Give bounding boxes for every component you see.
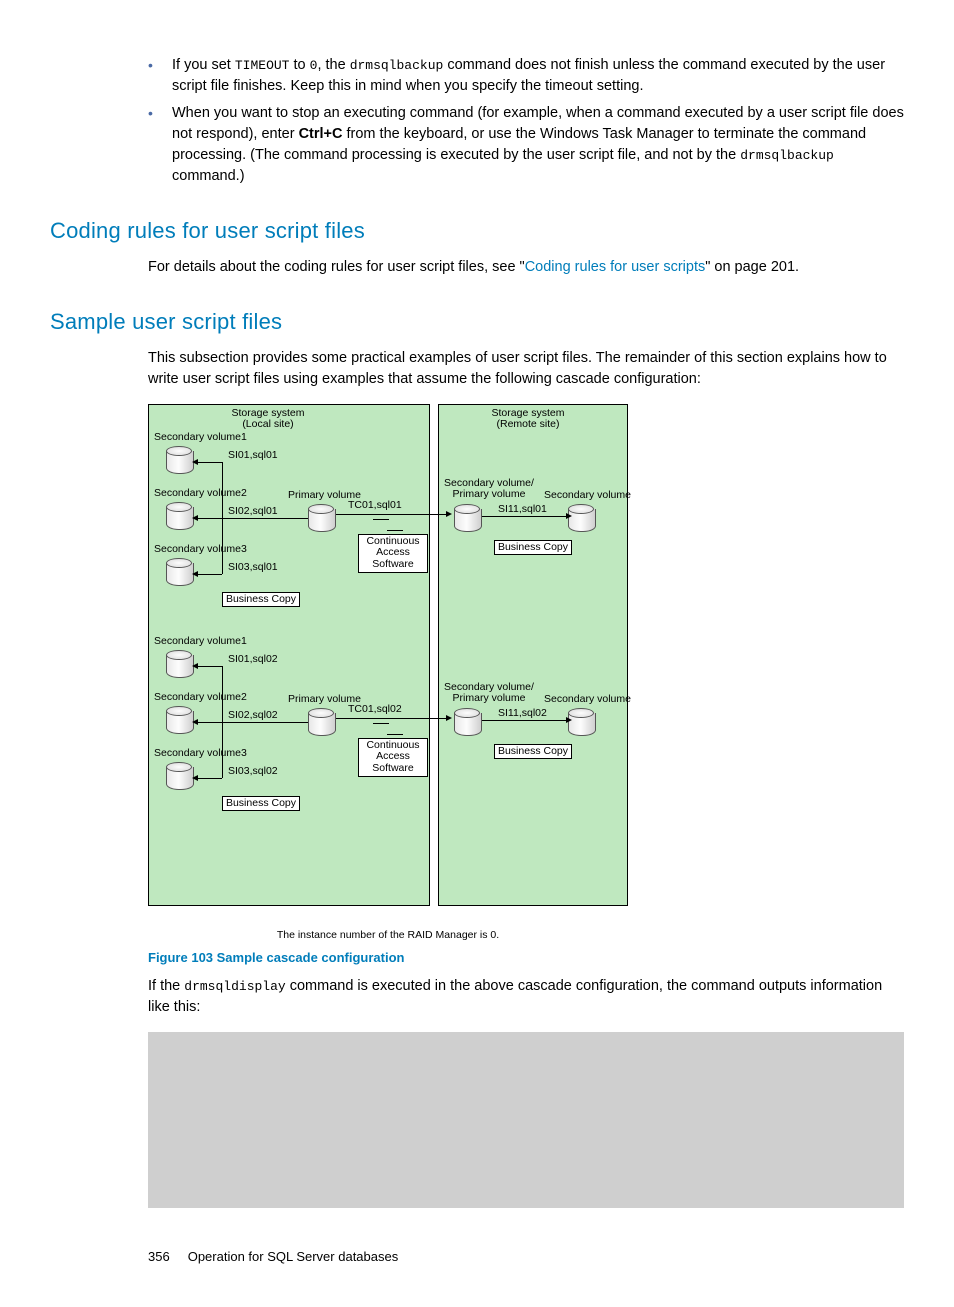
cylinder-icon xyxy=(166,558,192,588)
box-business-copy-local-1: Business Copy xyxy=(222,592,300,608)
label-storage-local: Storage system (Local site) xyxy=(218,408,318,431)
label-svpv: Secondary volume/ Primary volume xyxy=(444,478,534,501)
label-si01-1: SI01,sql01 xyxy=(228,450,278,462)
bullet-list: If you set TIMEOUT to 0, the drmsqlbacku… xyxy=(50,55,904,187)
text: to xyxy=(289,57,309,73)
label-si01-2: SI01,sql02 xyxy=(228,654,278,666)
figure-103: Storage system (Local site) Storage syst… xyxy=(148,404,904,943)
text: , the xyxy=(317,57,349,73)
code-drmsqlbackup: drmsqlbackup xyxy=(740,148,834,163)
box-business-copy-remote-2: Business Copy xyxy=(494,744,572,760)
label-sv3-b: Secondary volume3 xyxy=(154,748,247,760)
text: For details about the coding rules for u… xyxy=(148,259,525,275)
label-sv2-b: Secondary volume2 xyxy=(154,692,247,704)
heading-coding-rules: Coding rules for user script files xyxy=(50,215,904,247)
shortcut-key: Ctrl+C xyxy=(299,126,343,142)
cylinder-icon xyxy=(166,446,192,476)
label-sv1-b: Secondary volume1 xyxy=(154,636,247,648)
label-si03-2: SI03,sql02 xyxy=(228,766,278,778)
footer-title: Operation for SQL Server databases xyxy=(188,1249,399,1264)
code-output-block xyxy=(148,1032,904,1208)
code-drmsqldisplay: drmsqldisplay xyxy=(184,979,285,994)
cylinder-icon xyxy=(454,504,480,534)
label-si11-1: SI11,sql01 xyxy=(498,504,547,516)
page-number: 356 xyxy=(148,1249,170,1264)
label-si03-1: SI03,sql01 xyxy=(228,562,278,574)
text: If you set xyxy=(172,57,235,73)
box-cas-2: Continuous Access Software xyxy=(358,738,428,777)
label-sv3: Secondary volume3 xyxy=(154,544,247,556)
label-si11-2: SI11,sql02 xyxy=(498,708,547,720)
cylinder-icon xyxy=(308,708,334,738)
label-storage-remote: Storage system (Remote site) xyxy=(478,408,578,431)
cylinder-icon xyxy=(166,650,192,680)
label-tc01-1: TC01,sql01 xyxy=(348,500,402,512)
heading-sample-files: Sample user script files xyxy=(50,306,904,338)
text: If the xyxy=(148,978,184,994)
label-si02-1: SI02,sql01 xyxy=(228,506,278,518)
box-business-copy-remote-1: Business Copy xyxy=(494,540,572,556)
box-cas-1: Continuous Access Software xyxy=(358,534,428,573)
code-drmsqlbackup: drmsqlbackup xyxy=(350,58,444,73)
cylinder-icon xyxy=(568,708,594,738)
page-footer: 356 Operation for SQL Server databases xyxy=(50,1248,904,1267)
label-sv2: Secondary volume2 xyxy=(154,488,247,500)
bullet-item-1: If you set TIMEOUT to 0, the drmsqlbacku… xyxy=(148,55,904,97)
label-sv-b: Secondary volume xyxy=(544,694,631,706)
figure-caption: Figure 103 Sample cascade configuration xyxy=(148,949,904,968)
cylinder-icon xyxy=(166,502,192,532)
figure-subnote: The instance number of the RAID Manager … xyxy=(148,928,628,943)
label-svpv-b: Secondary volume/ Primary volume xyxy=(444,682,534,705)
cylinder-icon xyxy=(166,762,192,792)
label-tc01-2: TC01,sql02 xyxy=(348,704,402,716)
label-sv1: Secondary volume1 xyxy=(154,432,247,444)
cylinder-icon xyxy=(308,504,334,534)
bullet-item-2: When you want to stop an executing comma… xyxy=(148,103,904,187)
text: command.) xyxy=(172,168,245,184)
coding-rules-paragraph: For details about the coding rules for u… xyxy=(50,257,904,278)
cylinder-icon xyxy=(454,708,480,738)
xref-coding-rules[interactable]: Coding rules for user scripts xyxy=(525,259,706,275)
exec-paragraph: If the drmsqldisplay command is executed… xyxy=(50,976,904,1018)
label-si02-2: SI02,sql02 xyxy=(228,710,278,722)
label-sv: Secondary volume xyxy=(544,490,631,502)
cylinder-icon xyxy=(166,706,192,736)
sample-intro-paragraph: This subsection provides some practical … xyxy=(50,348,904,390)
text: " on page 201. xyxy=(705,259,799,275)
box-business-copy-local-2: Business Copy xyxy=(222,796,300,812)
code-timeout: TIMEOUT xyxy=(235,58,290,73)
cylinder-icon xyxy=(568,504,594,534)
